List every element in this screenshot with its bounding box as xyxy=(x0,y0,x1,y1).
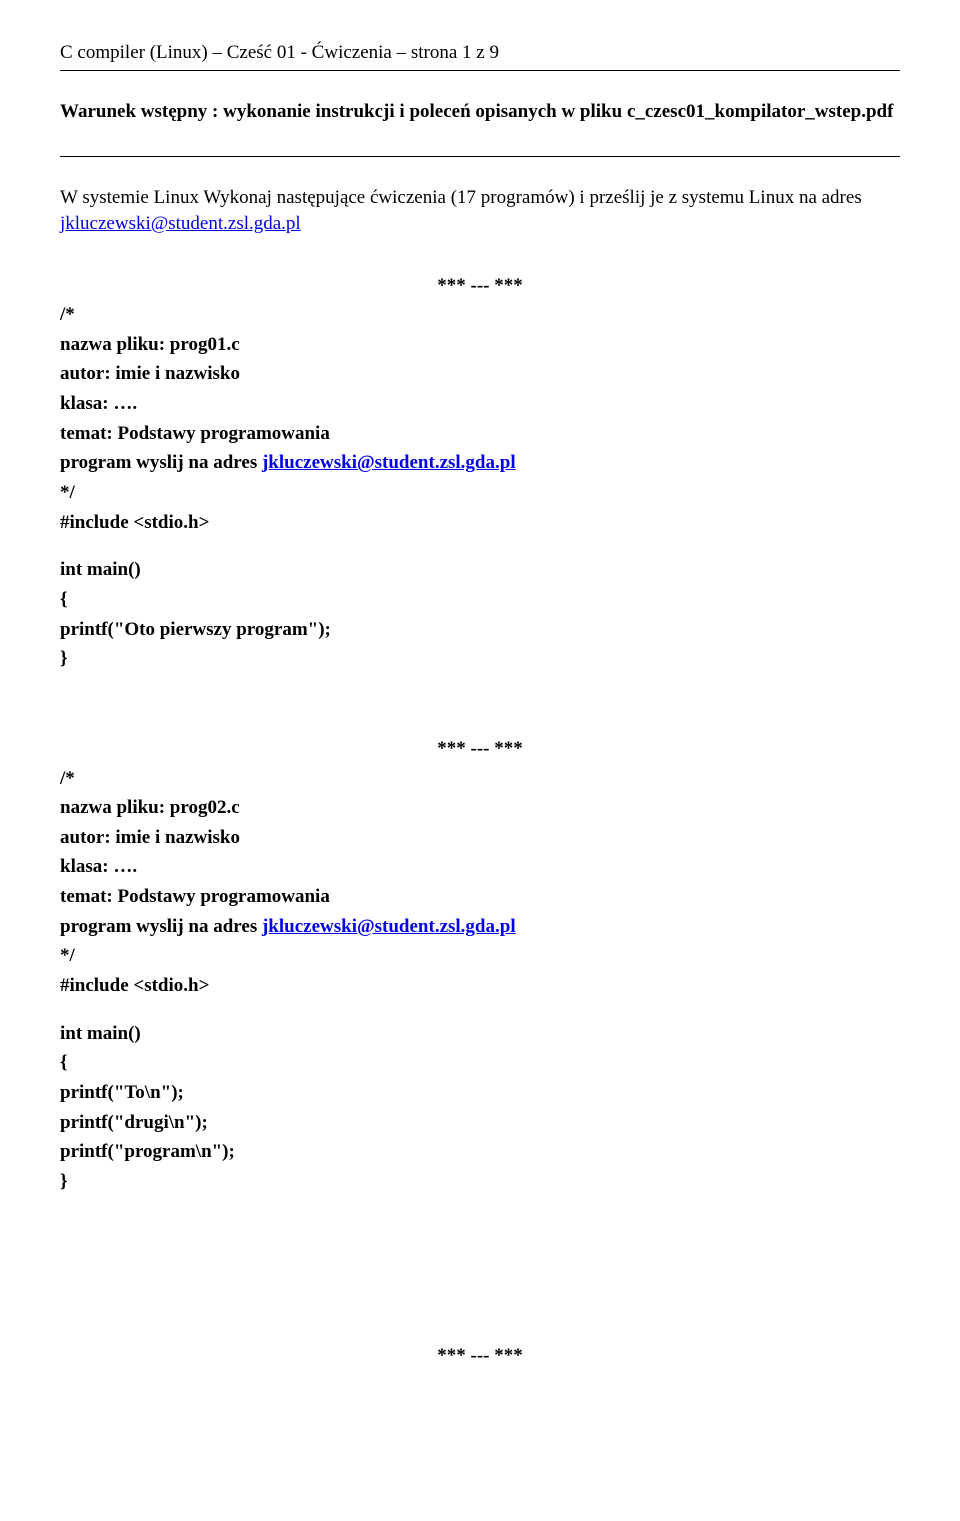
b2-l3: autor: imie i nazwisko xyxy=(60,825,900,851)
b2-l6: program wyslij na adres jkluczewski@stud… xyxy=(60,914,900,940)
b1-l2: nazwa pliku: prog01.c xyxy=(60,332,900,358)
separator-1: *** --- *** xyxy=(60,273,900,299)
intro-paragraph: Warunek wstępny : wykonanie instrukcji i… xyxy=(60,99,900,125)
b1-l9: int main() xyxy=(60,557,900,583)
b1-l4: klasa: …. xyxy=(60,391,900,417)
b2-l4: klasa: …. xyxy=(60,854,900,880)
b2-l6-pre: program wyslij na adres xyxy=(60,916,262,937)
email-link-2[interactable]: jkluczewski@student.zsl.gda.pl xyxy=(262,452,516,473)
b2-l5: temat: Podstawy programowania xyxy=(60,884,900,910)
b1-l11: printf("Oto pierwszy program"); xyxy=(60,617,900,643)
header-text: C compiler (Linux) – Cześć 01 - Ćwiczeni… xyxy=(60,40,900,66)
b1-l8: #include <stdio.h> xyxy=(60,510,900,536)
b2-l7: */ xyxy=(60,943,900,969)
page-header: C compiler (Linux) – Cześć 01 - Ćwiczeni… xyxy=(60,40,900,71)
b2-l2: nazwa pliku: prog02.c xyxy=(60,795,900,821)
b1-l12: } xyxy=(60,646,900,672)
b2-l13: printf("program\n"); xyxy=(60,1139,900,1165)
b2-l9: int main() xyxy=(60,1021,900,1047)
b2-l10: { xyxy=(60,1050,900,1076)
b2-l14: } xyxy=(60,1169,900,1195)
instructions-text: W systemie Linux Wykonaj następujące ćwi… xyxy=(60,187,862,208)
separator-3: *** --- *** xyxy=(60,1343,900,1369)
b2-l11: printf("To\n"); xyxy=(60,1080,900,1106)
b1-l7: */ xyxy=(60,480,900,506)
separator-2: *** --- *** xyxy=(60,736,900,762)
instructions-paragraph: W systemie Linux Wykonaj następujące ćwi… xyxy=(60,185,900,236)
b1-l1: /* xyxy=(60,302,900,328)
email-link-3[interactable]: jkluczewski@student.zsl.gda.pl xyxy=(262,916,516,937)
email-link-1[interactable]: jkluczewski@student.zsl.gda.pl xyxy=(60,213,301,234)
b2-l8: #include <stdio.h> xyxy=(60,973,900,999)
b2-l1: /* xyxy=(60,766,900,792)
b1-l10: { xyxy=(60,587,900,613)
b1-l6: program wyslij na adres jkluczewski@stud… xyxy=(60,450,900,476)
b1-l5: temat: Podstawy programowania xyxy=(60,421,900,447)
b1-l6-pre: program wyslij na adres xyxy=(60,452,262,473)
b2-l12: printf("drugi\n"); xyxy=(60,1110,900,1136)
b1-l3: autor: imie i nazwisko xyxy=(60,361,900,387)
